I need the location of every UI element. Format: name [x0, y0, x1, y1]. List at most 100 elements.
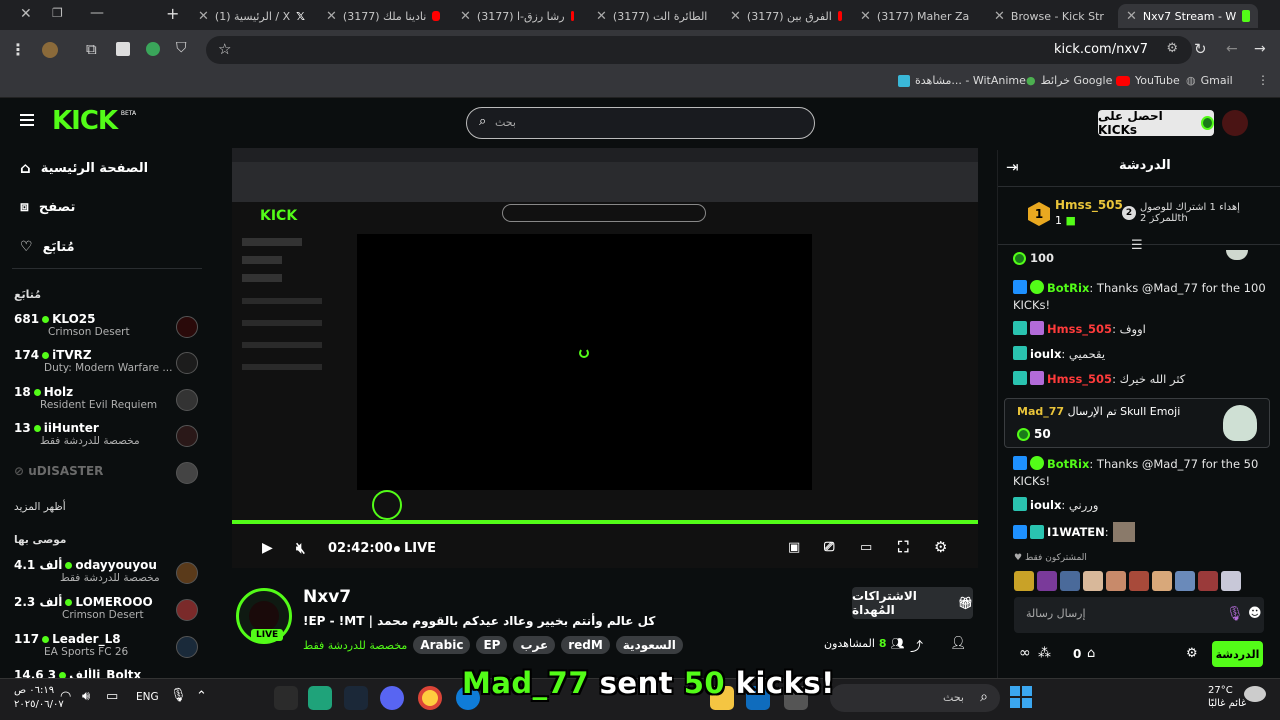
tab-x-home[interactable]: ✕ (1) الرئيسية / X 𝕏 — [190, 4, 314, 28]
nav-browse[interactable]: ⧈ تصفح — [20, 199, 75, 215]
chat-settings-icon[interactable]: ⚙ — [1186, 646, 1198, 661]
play-icon[interactable]: ▶ — [262, 540, 273, 556]
steam-icon[interactable] — [344, 686, 368, 710]
leader-name[interactable]: Hmss_505 — [1055, 198, 1123, 212]
close-tab-icon[interactable]: ✕ — [994, 9, 1005, 24]
forward-icon[interactable]: ← — [1226, 41, 1238, 57]
followed-channel-1[interactable]: 681 KLO25 Crimson Desert — [14, 312, 204, 344]
taskview-icon[interactable] — [274, 686, 298, 710]
recommended-channel-1[interactable]: 4.1 ألف odayyouyou مخصصة للدردشة فقط — [14, 558, 204, 590]
user-avatar[interactable] — [1222, 110, 1248, 136]
app-icon[interactable] — [308, 686, 332, 710]
tag-arabic[interactable]: Arabic — [413, 636, 471, 654]
share-icon[interactable]: ⤴ — [910, 636, 923, 655]
clip-icon[interactable]: ⎚ — [824, 540, 834, 555]
collapse-chat-icon[interactable]: ⇥ — [1006, 158, 1019, 176]
tab-rasha[interactable]: ✕ (3177) رشا رزق-ا — [452, 4, 582, 28]
follow-user-icon[interactable]: 👤︎ — [950, 636, 967, 651]
extension-guard-icon[interactable]: ⛉ — [176, 40, 187, 56]
close-tab-icon[interactable]: ✕ — [860, 9, 871, 24]
chat-message[interactable]: ioulx: وررني — [1013, 497, 1267, 514]
site-settings-icon[interactable]: ⚙ — [1166, 41, 1178, 56]
tab-farq[interactable]: ✕ (3177) الفرق بين — [722, 4, 850, 28]
chat-message[interactable]: BotRix: Thanks @Mad_77 for the 100 KICKs… — [1013, 280, 1267, 314]
extension-app-icon[interactable] — [116, 42, 130, 56]
live-indicator[interactable]: LIVE — [394, 541, 436, 556]
followed-channel-3[interactable]: 18 Holz Resident Evil Requiem — [14, 385, 204, 417]
search-input[interactable]: ⌕ بحث — [466, 107, 815, 139]
store-icon[interactable]: ⌂ — [1087, 646, 1095, 661]
restore-window-icon[interactable]: ❐ — [52, 6, 63, 20]
nav-home[interactable]: ⌂ الصفحة الرئيسية — [20, 159, 148, 177]
all-bookmarks-icon[interactable]: ⋮ — [1257, 73, 1269, 87]
close-tab-icon[interactable]: ✕ — [198, 9, 209, 24]
chat-message[interactable]: Hmss_505: اووف — [1013, 321, 1267, 338]
volume-icon[interactable]: 🔊︎ — [82, 689, 90, 704]
tab-nxv7[interactable]: ✕ Nxv7 Stream - W — [1118, 4, 1258, 28]
bookmark-youtube[interactable]: YouTube — [1116, 74, 1180, 87]
close-tab-icon[interactable]: ✕ — [596, 9, 607, 24]
close-tab-icon[interactable]: ✕ — [730, 9, 741, 24]
new-tab-icon[interactable]: + — [166, 4, 179, 23]
tray-expand-icon[interactable]: ⌃ — [196, 689, 207, 704]
close-window-icon[interactable]: ✕ — [20, 6, 32, 22]
mute-icon[interactable]: 🔇︎ — [296, 539, 305, 557]
kick-logo[interactable]: KICK BETA — [52, 106, 136, 136]
nav-following[interactable]: ♡ مُتابَع — [20, 239, 75, 255]
recommended-channel-3[interactable]: 117 Leader_L8 EA Sports FC 26 — [14, 632, 204, 664]
tag-arab[interactable]: عرب — [513, 636, 556, 654]
minimize-window-icon[interactable]: — — [90, 5, 104, 21]
bookmark-maps[interactable]: ● خرائط Google — [1026, 74, 1112, 87]
offline-channel[interactable]: ⊘ uDISASTER — [14, 462, 204, 488]
start-windows-icon[interactable] — [1010, 686, 1032, 708]
recommended-channel-2[interactable]: 2.3 ألف LOMEROOO Crimson Desert — [14, 595, 204, 627]
fullscreen-icon[interactable]: ⛶ — [898, 538, 909, 556]
mini-player-icon[interactable]: ▭ — [860, 540, 872, 555]
category-link[interactable]: مخصصة للدردشة فقط — [303, 639, 407, 652]
chat-message-input[interactable]: إرسال رسالة 🎙︎ ☻ — [1014, 597, 1264, 633]
emoji-icon[interactable]: ☻ — [1248, 606, 1262, 621]
bookmark-witanime[interactable]: مشاهدة... - WitAnime — [898, 74, 1026, 87]
progress-bar[interactable] — [232, 520, 978, 524]
extension-shield-icon[interactable] — [146, 42, 160, 56]
close-tab-icon[interactable]: ✕ — [1126, 9, 1137, 24]
followed-channel-4[interactable]: 13 iiHunter مخصصة للدردشة فقط — [14, 421, 204, 453]
microphone-icon[interactable]: 🎙︎ — [1226, 606, 1244, 622]
tab-taira[interactable]: ✕ (3177) الطائرة الت — [588, 4, 716, 28]
bookmark-gmail[interactable]: ◍ Gmail — [1186, 74, 1233, 87]
clock[interactable]: ٠٦:١٩ ص ٢٠٢٥/٠٦/٠٧ — [14, 684, 64, 712]
url-field[interactable]: kick.com/nxv7 ⚙ ☆ — [206, 36, 1192, 64]
tab-nadina[interactable]: ✕ (3177) نادينا ملك — [318, 4, 448, 28]
extensions-icon[interactable]: ⧉ — [86, 40, 97, 58]
bookmark-star-icon[interactable]: ☆ — [218, 40, 231, 58]
predictions-icon[interactable]: ⁂ — [1038, 646, 1051, 661]
language-indicator[interactable]: ENG — [136, 691, 159, 703]
theater-icon[interactable]: ▣ — [788, 540, 800, 555]
chat-message[interactable]: BotRix: Thanks @Mad_77 for the 50 KICKs! — [1013, 456, 1267, 490]
back-icon[interactable]: → — [1254, 41, 1266, 57]
tab-browse-kick[interactable]: ✕ Browse - Kick Str — [986, 4, 1112, 28]
tag-redm[interactable]: redM — [561, 636, 610, 654]
discord-icon[interactable] — [380, 686, 404, 710]
reload-icon[interactable]: ↻ — [1194, 40, 1207, 58]
close-tab-icon[interactable]: ✕ — [326, 9, 337, 24]
taskbar-search[interactable]: ⌕ بحث — [830, 684, 1000, 712]
settings-gear-icon[interactable]: ⚙ — [934, 538, 947, 556]
channel-name[interactable]: Nxv7 — [303, 587, 351, 607]
close-tab-icon[interactable]: ✕ — [460, 9, 471, 24]
chat-message[interactable]: ioulx: يقحميي — [1013, 346, 1267, 363]
infinity-icon[interactable]: ∞ — [1019, 645, 1031, 661]
chrome-icon[interactable] — [418, 686, 442, 710]
tag-ep[interactable]: EP — [476, 636, 508, 654]
gift-subs-button[interactable]: الاشتراكات المُهداة 🎁︎ — [852, 587, 973, 619]
hamburger-menu-icon[interactable] — [20, 114, 34, 126]
microphone-icon[interactable]: 🎙︎ — [170, 688, 187, 703]
tag-saudi[interactable]: السعودية — [615, 636, 683, 654]
send-chat-button[interactable]: الدردشة — [1212, 641, 1263, 667]
battery-icon[interactable]: ▭ — [106, 689, 118, 704]
chat-message[interactable]: I1WATEN: — [1013, 522, 1267, 542]
menu-dots-icon[interactable]: ⋮ — [10, 40, 26, 59]
followed-channel-2[interactable]: 174 iTVRZ Duty: Modern Warfare ... — [14, 348, 204, 380]
show-more-link[interactable]: أظهر المزيد — [14, 501, 66, 513]
get-kicks-button[interactable]: احصل على KICKs — [1098, 109, 1214, 137]
